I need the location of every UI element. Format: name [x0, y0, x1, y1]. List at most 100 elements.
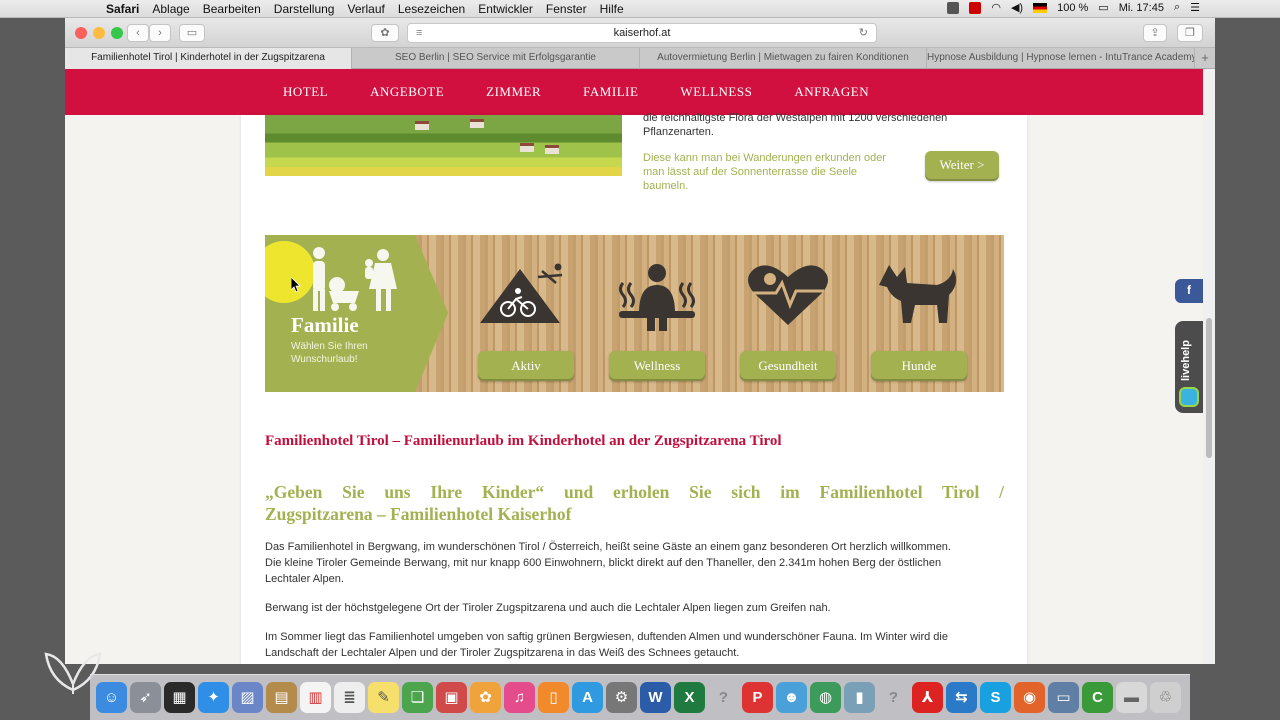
network-icon[interactable]: ◍ [810, 682, 841, 713]
minimize-window-button[interactable] [93, 27, 105, 39]
trash-icon[interactable]: ♲ [1150, 682, 1181, 713]
statistics-icon[interactable]: ▮ [844, 682, 875, 713]
photo-booth-icon[interactable]: ▣ [436, 682, 467, 713]
family-banner: Familie Wählen Sie Ihren Wunschurlaub! A… [265, 235, 1004, 392]
category-gesundheit: Gesundheit [728, 235, 848, 392]
sauna-icon [619, 264, 695, 331]
dropbox-icon[interactable] [947, 1, 960, 14]
nav-angebote[interactable]: ANGEBOTE [370, 84, 444, 100]
launchpad-icon[interactable]: ➶ [130, 682, 161, 713]
paragraph-line: Die kleine Tiroler Gemeinde Berwang, mit… [265, 557, 942, 569]
hunde-button[interactable]: Hunde [871, 351, 967, 381]
menu-hilfe[interactable]: Hilfe [600, 2, 624, 16]
finder-icon[interactable]: ☺ [96, 682, 127, 713]
calendar-icon[interactable]: ▥ [300, 682, 331, 713]
battery-percent[interactable]: 100 % [1057, 2, 1088, 14]
menu-bearbeiten[interactable]: Bearbeiten [203, 2, 261, 16]
tab-hypnose[interactable]: Hypnose Ausbildung | Hypnose lernen - In… [927, 48, 1195, 69]
acrobat-icon[interactable]: ⅄ [912, 682, 943, 713]
forward-button[interactable]: › [149, 24, 171, 42]
browser-toolbar: ‹ › ▭ ✿ ≡ kaiserhof.at ↻ ⇪ ❐ [65, 18, 1215, 48]
volume-icon[interactable]: ◀) [1011, 1, 1023, 14]
familie-panel[interactable]: Familie Wählen Sie Ihren Wunschurlaub! [265, 235, 448, 392]
extension-icon[interactable]: ✿ [371, 24, 399, 42]
nav-familie[interactable]: FAMILIE [583, 84, 638, 100]
aktiv-button[interactable]: Aktiv [478, 351, 574, 381]
tab-bar: Familienhotel Tirol | Kinderhotel in der… [65, 48, 1215, 69]
word-icon[interactable]: W [640, 682, 671, 713]
new-tab-button[interactable]: + [1195, 48, 1215, 68]
chat-icon [1179, 387, 1199, 407]
familie-title: Familie [291, 313, 359, 337]
menu-verlauf[interactable]: Verlauf [347, 2, 384, 16]
teamviewer-icon[interactable]: ⇆ [946, 682, 977, 713]
screen: Safari Ablage Bearbeiten Darstellung Ver… [0, 0, 1280, 720]
scrollbar-thumb[interactable] [1206, 318, 1212, 458]
menu-lesezeichen[interactable]: Lesezeichen [398, 2, 465, 16]
nav-zimmer[interactable]: ZIMMER [486, 84, 541, 100]
spotlight-icon[interactable]: ⌕ [1174, 1, 1180, 14]
share-icon[interactable]: ⇪ [1143, 24, 1167, 42]
zoom-window-button[interactable] [111, 27, 123, 39]
livehelp-widget[interactable]: livehelp [1175, 321, 1203, 413]
contacts-icon[interactable]: ▤ [266, 682, 297, 713]
app-status-icon[interactable] [969, 1, 982, 14]
battery-icon[interactable]: ▭ [1098, 1, 1108, 14]
reminders-icon[interactable]: ≣ [334, 682, 365, 713]
downloads-folder-icon[interactable]: ▬ [1116, 682, 1147, 713]
hiking-text-line: baumeln. [643, 180, 689, 192]
sidebar-toggle-icon[interactable]: ▭ [179, 24, 205, 42]
wellness-button[interactable]: Wellness [609, 351, 705, 381]
close-window-button[interactable] [75, 27, 87, 39]
menu-fenster[interactable]: Fenster [546, 2, 587, 16]
skype-icon[interactable]: S [980, 682, 1011, 713]
ibooks-icon[interactable]: ▯ [538, 682, 569, 713]
menu-darstellung[interactable]: Darstellung [274, 2, 335, 16]
tab-seo-berlin[interactable]: SEO Berlin | SEO Service mit Erfolgsgara… [352, 48, 640, 69]
reader-icon[interactable]: ≡ [416, 24, 422, 42]
users-icon[interactable]: ☻ [776, 682, 807, 713]
reload-icon[interactable]: ↻ [859, 24, 868, 42]
address-bar[interactable]: ≡ kaiserhof.at ↻ [407, 23, 877, 43]
gesundheit-button[interactable]: Gesundheit [740, 351, 836, 381]
subheading-line: „Geben Sie uns Ihre Kinder“ und erholen … [265, 482, 1004, 502]
back-button[interactable]: ‹ [127, 24, 149, 42]
notification-icon[interactable]: ☰ [1190, 1, 1200, 14]
powerpoint-icon[interactable]: P [742, 682, 773, 713]
menu-safari[interactable]: Safari [106, 2, 139, 16]
camtasia-icon[interactable]: C [1082, 682, 1113, 713]
system-preferences-icon[interactable]: ⚙ [606, 682, 637, 713]
content-area: die reichhaltigste Flora der Westalpen m… [241, 112, 1027, 664]
browser-window: ‹ › ▭ ✿ ≡ kaiserhof.at ↻ ⇪ ❐ Familienhot… [65, 18, 1215, 664]
firefox-icon[interactable]: ◉ [1014, 682, 1045, 713]
messages-icon[interactable]: ❏ [402, 682, 433, 713]
wifi-icon[interactable]: ◠ [991, 1, 1001, 14]
article-paragraph-1: Das Familienhotel in Bergwang, im wunder… [265, 539, 1004, 587]
input-flag-icon[interactable] [1033, 2, 1048, 13]
menu-entwickler[interactable]: Entwickler [478, 2, 533, 16]
unknown-app-icon[interactable]: ? [708, 682, 739, 713]
itunes-icon[interactable]: ♫ [504, 682, 535, 713]
safari-icon[interactable]: ✦ [198, 682, 229, 713]
photos-icon[interactable]: ✿ [470, 682, 501, 713]
app-store-icon[interactable]: A [572, 682, 603, 713]
flora-text-line: Pflanzenarten. [643, 126, 714, 138]
tab-familienhotel[interactable]: Familienhotel Tirol | Kinderhotel in der… [65, 48, 352, 69]
tabs-overview-icon[interactable]: ❐ [1177, 24, 1203, 42]
house-shape [520, 143, 534, 152]
excel-icon[interactable]: X [674, 682, 705, 713]
main-navigation: HOTEL ANGEBOTE ZIMMER FAMILIE WELLNESS A… [65, 69, 1203, 115]
facebook-tab[interactable]: f [1175, 279, 1203, 303]
menu-ablage[interactable]: Ablage [152, 2, 189, 16]
preview-icon[interactable]: ▨ [232, 682, 263, 713]
unknown-app-icon[interactable]: ? [878, 682, 909, 713]
nav-anfragen[interactable]: ANFRAGEN [794, 84, 869, 100]
nav-hotel[interactable]: HOTEL [283, 84, 328, 100]
weiter-button[interactable]: Weiter > [925, 151, 999, 181]
clock[interactable]: Mi. 17:45 [1119, 2, 1164, 14]
screen-icon[interactable]: ▭ [1048, 682, 1079, 713]
notes-icon[interactable]: ✎ [368, 682, 399, 713]
mission-control-icon[interactable]: ▦ [164, 682, 195, 713]
tab-autovermietung[interactable]: Autovermietung Berlin | Mietwagen zu fai… [640, 48, 927, 69]
nav-wellness[interactable]: WELLNESS [680, 84, 752, 100]
